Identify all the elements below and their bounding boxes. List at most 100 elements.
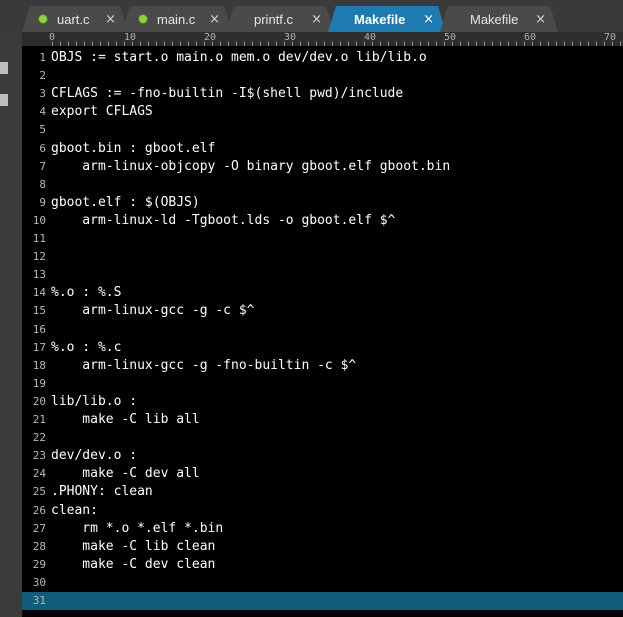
line-number: 3 — [39, 87, 46, 101]
line-number: 22 — [32, 431, 46, 445]
line-number: 18 — [32, 358, 46, 372]
code-line[interactable]: 8 — [22, 176, 623, 194]
line-number: 21 — [32, 413, 46, 426]
code-line[interactable]: 15 arm-linux-gcc -g -c $^ — [22, 302, 623, 320]
line-text: gboot.bin : gboot.elf — [51, 140, 216, 156]
line-number: 27 — [32, 521, 46, 535]
ruler-label: 60 — [524, 32, 537, 43]
ruler-label: 20 — [204, 32, 217, 43]
close-icon[interactable]: × — [423, 12, 434, 27]
code-line[interactable]: 1 OBJS := start.o main.o mem.o dev/dev.o … — [22, 49, 623, 67]
line-number: 19 — [32, 376, 46, 390]
line-text: clean: — [51, 502, 98, 518]
code-line[interactable]: 22 — [22, 429, 623, 447]
line-number: 10 — [32, 213, 46, 227]
line-number: 5 — [39, 123, 46, 137]
code-line[interactable]: 18 arm-linux-gcc -g -fno-builtin -c $^ — [22, 357, 623, 375]
code-line[interactable]: 29 make -C dev clean — [22, 556, 623, 574]
code-line[interactable]: 14 %.o : %.S — [22, 284, 623, 302]
tab-main-c[interactable]: main.c × — [122, 6, 232, 32]
line-text: .PHONY: clean — [51, 484, 153, 500]
code-editor[interactable]: 1 OBJS := start.o main.o mem.o dev/dev.o … — [22, 46, 623, 617]
code-line[interactable]: 30 — [22, 574, 623, 592]
line-number: 28 — [32, 539, 46, 553]
line-number: 6 — [39, 141, 46, 155]
code-line[interactable]: 20 lib/lib.o : — [22, 393, 623, 411]
left-panel-strip — [0, 32, 23, 617]
line-number: 31 — [32, 594, 46, 607]
tab-label: uart.c — [57, 11, 90, 27]
line-text: %.o : %.c — [51, 339, 122, 355]
modified-dot-icon — [38, 14, 48, 24]
code-line[interactable]: 24 make -C dev all — [22, 465, 623, 483]
close-icon[interactable]: × — [311, 12, 322, 27]
code-line[interactable]: 2 — [22, 67, 623, 85]
line-number: 9 — [39, 195, 46, 209]
code-line[interactable]: 16 — [22, 321, 623, 339]
code-line[interactable]: 3 CFLAGS := -fno-builtin -I$(shell pwd)/i… — [22, 85, 623, 103]
code-line[interactable]: 26 clean: — [22, 502, 623, 520]
code-line[interactable]: 21 make -C lib all — [22, 411, 623, 429]
line-text: %.o : %.S — [51, 285, 122, 301]
line-text: arm-linux-gcc -g -c $^ — [51, 303, 255, 319]
line-text: gboot.elf : $(OBJS) — [51, 194, 200, 210]
tab-label: Makefile — [470, 11, 519, 27]
tab-makefile[interactable]: Makefile × — [440, 6, 558, 32]
code-line[interactable]: 4 export CFLAGS — [22, 103, 623, 121]
code-line[interactable]: 9 gboot.elf : $(OBJS) — [22, 194, 623, 212]
tab-label: Makefile — [354, 11, 406, 27]
line-number: 14 — [32, 286, 46, 300]
modified-dot-icon — [138, 14, 148, 24]
line-number: 30 — [32, 575, 46, 589]
line-number: 7 — [39, 159, 46, 173]
line-text: dev/dev.o : — [51, 448, 138, 464]
code-line[interactable]: 19 — [22, 375, 623, 393]
line-number: 2 — [39, 69, 46, 83]
line-number: 23 — [32, 449, 46, 463]
line-number: 1 — [39, 51, 46, 64]
ruler-label: 30 — [284, 32, 297, 43]
code-line[interactable]: 28 make -C lib clean — [22, 538, 623, 556]
line-number: 4 — [39, 105, 46, 119]
line-number: 25 — [32, 485, 46, 499]
line-text: arm-linux-ld -Tgboot.lds -o gboot.elf $^ — [51, 212, 396, 228]
line-number: 16 — [32, 322, 46, 336]
line-text: OBJS := start.o main.o mem.o dev/dev.o l… — [51, 50, 427, 65]
line-text: make -C lib clean — [51, 538, 216, 554]
line-number: 29 — [32, 557, 46, 571]
code-line[interactable]: 25 .PHONY: clean — [22, 483, 623, 501]
code-line[interactable]: 13 — [22, 266, 623, 284]
line-text: arm-linux-gcc -g -fno-builtin -c $^ — [51, 357, 357, 373]
line-text: make -C dev clean — [51, 556, 216, 572]
line-text: CFLAGS := -fno-builtin -I$(shell pwd)/in… — [51, 86, 404, 102]
code-line[interactable]: 23 dev/dev.o : — [22, 447, 623, 465]
line-text: export CFLAGS — [51, 104, 153, 120]
ruler-label: 10 — [124, 32, 137, 43]
panel-marker — [0, 62, 8, 74]
code-line[interactable]: 17 %.o : %.c — [22, 339, 623, 357]
line-number: 12 — [32, 250, 46, 264]
code-line[interactable]: 12 — [22, 248, 623, 266]
tab-makefile-active[interactable]: Makefile × — [328, 6, 446, 32]
tab-printf-c[interactable]: printf.c × — [226, 6, 334, 32]
code-line[interactable]: 7 arm-linux-objcopy -O binary gboot.elf … — [22, 158, 623, 176]
line-number: 11 — [32, 232, 46, 245]
tab-label: printf.c — [254, 11, 294, 27]
code-line[interactable]: 6 gboot.bin : gboot.elf — [22, 140, 623, 158]
code-line[interactable]: 5 — [22, 121, 623, 139]
close-icon[interactable]: × — [105, 12, 116, 27]
tab-bar: uart.c × main.c × printf.c × Makefile × … — [0, 0, 623, 32]
line-number: 26 — [32, 503, 46, 517]
close-icon[interactable]: × — [535, 12, 546, 27]
line-text: make -C dev all — [51, 466, 200, 482]
line-number: 15 — [32, 304, 46, 318]
code-line[interactable]: 11 — [22, 230, 623, 248]
code-line[interactable]: 27 rm *.o *.elf *.bin — [22, 520, 623, 538]
ruler-label: 40 — [364, 32, 377, 43]
line-text: arm-linux-objcopy -O binary gboot.elf gb… — [51, 158, 451, 174]
current-line[interactable]: 31 — [22, 592, 623, 610]
code-line[interactable]: 10 arm-linux-ld -Tgboot.lds -o gboot.elf… — [22, 212, 623, 230]
tab-uart-c[interactable]: uart.c × — [22, 6, 128, 32]
close-icon[interactable]: × — [209, 12, 220, 27]
line-number: 24 — [32, 467, 46, 481]
